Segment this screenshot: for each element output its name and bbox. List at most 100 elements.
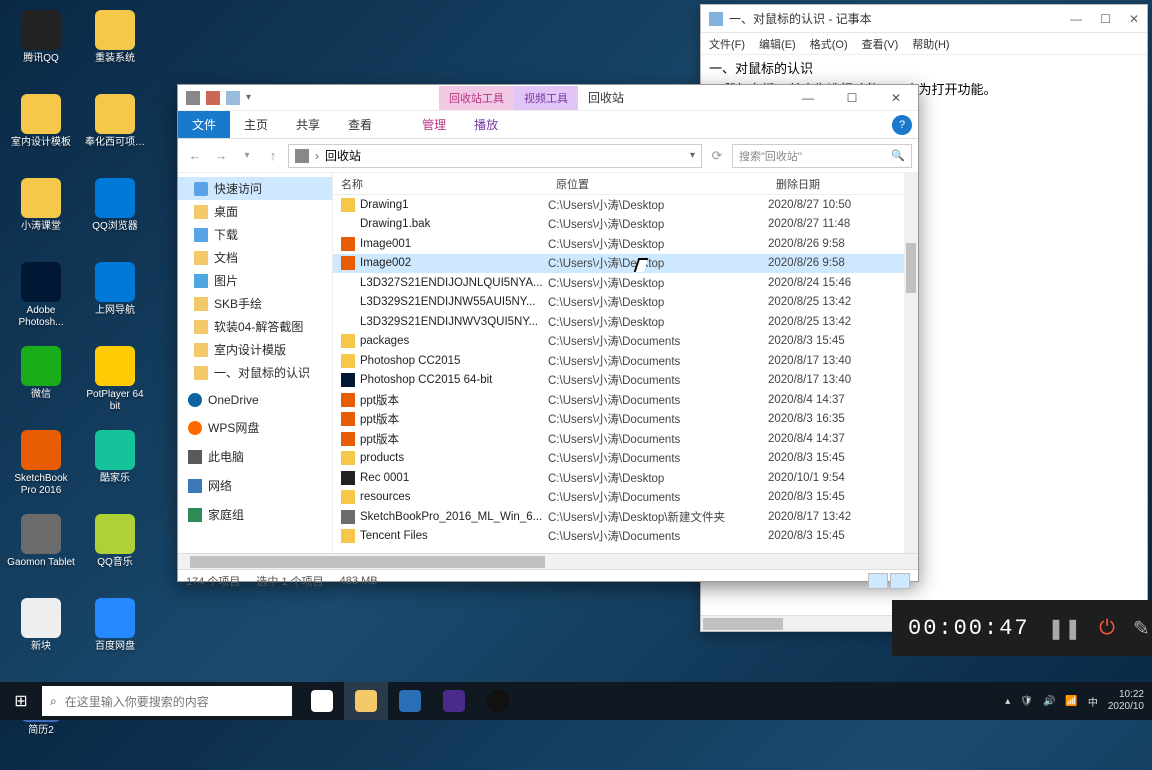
table-row[interactable]: SketchBookPro_2016_ML_Win_6...C:\Users\小… bbox=[333, 507, 918, 527]
ribbon-manage[interactable]: 管理 bbox=[408, 111, 460, 138]
sidebar-item[interactable]: 下载 bbox=[178, 223, 332, 246]
ribbon-view[interactable]: 查看 bbox=[334, 111, 386, 138]
taskbar-app[interactable] bbox=[432, 682, 476, 720]
taskbar-search[interactable]: ⌕ 在这里输入你要搜索的内容 bbox=[42, 686, 292, 716]
taskbar-explorer[interactable] bbox=[344, 682, 388, 720]
view-details-button[interactable] bbox=[868, 573, 888, 589]
col-date[interactable]: 删除日期 bbox=[768, 176, 918, 192]
table-row[interactable]: productsC:\Users\小涛\Documents2020/8/3 15… bbox=[333, 449, 918, 469]
ribbon-play[interactable]: 播放 bbox=[460, 111, 512, 138]
table-row[interactable]: Photoshop CC2015C:\Users\小涛\Documents202… bbox=[333, 351, 918, 371]
tray-clock[interactable]: 10:22 2020/10 bbox=[1108, 689, 1144, 713]
pause-button[interactable]: ❚❚ bbox=[1048, 616, 1082, 641]
maximize-button[interactable]: ☐ bbox=[830, 85, 874, 111]
desktop-icon[interactable]: 微信 bbox=[6, 346, 76, 424]
address-bar[interactable]: › 回收站 ▾ bbox=[288, 144, 702, 168]
desktop-icon[interactable]: 百度网盘 bbox=[80, 598, 150, 676]
desktop-icon[interactable]: 室内设计模板 bbox=[6, 94, 76, 172]
edit-button[interactable]: ✎ bbox=[1133, 616, 1150, 641]
sidebar-item[interactable]: 软装04-解答截图 bbox=[178, 315, 332, 338]
menu-item[interactable]: 文件(F) bbox=[709, 36, 745, 52]
ribbon-file[interactable]: 文件 bbox=[178, 111, 230, 138]
system-tray[interactable]: ▴ 🛡 🔊 📶 中 10:22 2020/10 bbox=[1005, 689, 1152, 713]
sidebar-quick-access[interactable]: 快速访问 bbox=[178, 177, 332, 200]
sidebar-homegroup[interactable]: 家庭组 bbox=[178, 503, 332, 526]
table-row[interactable]: L3D327S21ENDIJOJNLQUI5NYA...C:\Users\小涛\… bbox=[333, 273, 918, 293]
table-row[interactable]: Image002C:\Users\小涛\Desktop2020/8/26 9:5… bbox=[333, 254, 918, 274]
sidebar-item[interactable]: 室内设计模版 bbox=[178, 338, 332, 361]
taskbar-taskview[interactable] bbox=[300, 682, 344, 720]
nav-up-button[interactable]: ↑ bbox=[262, 145, 284, 167]
table-row[interactable]: Rec 0001C:\Users\小涛\Desktop2020/10/1 9:5… bbox=[333, 468, 918, 488]
table-row[interactable]: Drawing1.bakC:\Users\小涛\Desktop2020/8/27… bbox=[333, 215, 918, 235]
table-row[interactable]: Image001C:\Users\小涛\Desktop2020/8/26 9:5… bbox=[333, 234, 918, 254]
tray-icon[interactable]: 🔊 bbox=[1043, 696, 1055, 707]
vertical-scrollbar[interactable] bbox=[904, 173, 918, 553]
desktop-icon[interactable]: 腾讯QQ bbox=[6, 10, 76, 88]
sidebar-item[interactable]: 一、对鼠标的认识 bbox=[178, 361, 332, 384]
table-row[interactable]: Photoshop CC2015 64-bitC:\Users\小涛\Docum… bbox=[333, 371, 918, 391]
close-button[interactable]: ✕ bbox=[874, 85, 918, 111]
view-thumbs-button[interactable] bbox=[890, 573, 910, 589]
menu-item[interactable]: 编辑(E) bbox=[759, 36, 796, 52]
desktop-icon[interactable]: QQ音乐 bbox=[80, 514, 150, 592]
context-tab-recycle[interactable]: 回收站工具 bbox=[439, 86, 514, 110]
search-input[interactable]: 搜索"回收站" 🔍 bbox=[732, 144, 912, 168]
nav-forward-button[interactable]: → bbox=[210, 145, 232, 167]
table-row[interactable]: L3D329S21ENDIJNWV3QUI5NY...C:\Users\小涛\D… bbox=[333, 312, 918, 332]
desktop-icon[interactable]: SketchBook Pro 2016 bbox=[6, 430, 76, 508]
ribbon-share[interactable]: 共享 bbox=[282, 111, 334, 138]
desktop-icon[interactable]: 小涛课堂 bbox=[6, 178, 76, 256]
start-button[interactable]: ⊞ bbox=[0, 682, 42, 720]
sidebar-wps[interactable]: WPS网盘 bbox=[178, 416, 332, 439]
minimize-button[interactable]: — bbox=[786, 85, 830, 111]
maximize-button[interactable]: ☐ bbox=[1100, 12, 1111, 26]
tray-icon[interactable]: 🛡 bbox=[1020, 696, 1033, 707]
notepad-titlebar[interactable]: 一、对鼠标的认识 - 记事本 — ☐ ✕ bbox=[701, 5, 1147, 33]
desktop-icon[interactable]: 新块 bbox=[6, 598, 76, 676]
table-row[interactable]: packagesC:\Users\小涛\Documents2020/8/3 15… bbox=[333, 332, 918, 352]
sidebar-item[interactable]: SKB手绘 bbox=[178, 292, 332, 315]
context-tab-video[interactable]: 视频工具 bbox=[514, 86, 578, 110]
menu-item[interactable]: 查看(V) bbox=[862, 36, 899, 52]
table-row[interactable]: ppt版本C:\Users\小涛\Documents2020/8/4 14:37 bbox=[333, 429, 918, 449]
sidebar-item[interactable]: 桌面 bbox=[178, 200, 332, 223]
desktop-icon[interactable]: 酷家乐 bbox=[80, 430, 150, 508]
table-row[interactable]: L3D329S21ENDIJNW55AUI5NY...C:\Users\小涛\D… bbox=[333, 293, 918, 313]
desktop-icon[interactable]: 奉化西可项… bbox=[80, 94, 150, 172]
sidebar-item[interactable]: 图片 bbox=[178, 269, 332, 292]
tray-ime[interactable]: 中 bbox=[1088, 694, 1098, 709]
nav-recent-button[interactable]: ▾ bbox=[236, 145, 258, 167]
ribbon-home[interactable]: 主页 bbox=[230, 111, 282, 138]
nav-back-button[interactable]: ← bbox=[184, 145, 206, 167]
qat-item[interactable] bbox=[206, 91, 220, 105]
sidebar-item[interactable]: 文档 bbox=[178, 246, 332, 269]
sidebar-network[interactable]: 网络 bbox=[178, 474, 332, 497]
menu-item[interactable]: 帮助(H) bbox=[912, 36, 949, 52]
tray-icon[interactable]: ▴ bbox=[1005, 696, 1010, 707]
col-name[interactable]: 名称 bbox=[333, 176, 548, 192]
qat-item[interactable] bbox=[226, 91, 240, 105]
stop-button[interactable]: ⏻ bbox=[1099, 617, 1115, 640]
close-button[interactable]: ✕ bbox=[1129, 12, 1139, 26]
refresh-button[interactable]: ⟳ bbox=[706, 145, 728, 167]
taskbar-app[interactable] bbox=[476, 682, 520, 720]
desktop-icon[interactable]: Gaomon Tablet bbox=[6, 514, 76, 592]
table-row[interactable]: Drawing1C:\Users\小涛\Desktop2020/8/27 10:… bbox=[333, 195, 918, 215]
menu-item[interactable]: 格式(O) bbox=[810, 36, 848, 52]
desktop-icon[interactable]: 上网导航 bbox=[80, 262, 150, 340]
help-icon[interactable]: ? bbox=[892, 115, 912, 135]
horizontal-scrollbar[interactable] bbox=[178, 553, 918, 569]
tray-icon[interactable]: 📶 bbox=[1065, 696, 1077, 707]
taskbar-app[interactable] bbox=[388, 682, 432, 720]
desktop-icon[interactable]: PotPlayer 64 bit bbox=[80, 346, 150, 424]
column-headers[interactable]: 名称 原位置 删除日期 bbox=[333, 173, 918, 195]
table-row[interactable]: ppt版本C:\Users\小涛\Documents2020/8/3 16:35 bbox=[333, 410, 918, 430]
desktop-icon[interactable]: Adobe Photosh... bbox=[6, 262, 76, 340]
sidebar-this-pc[interactable]: 此电脑 bbox=[178, 445, 332, 468]
explorer-titlebar[interactable]: ▾ 回收站工具 视频工具 回收站 — ☐ ✕ bbox=[178, 85, 918, 111]
desktop-icon[interactable]: 重装系统 bbox=[80, 10, 150, 88]
sidebar-onedrive[interactable]: OneDrive bbox=[178, 390, 332, 410]
table-row[interactable]: resourcesC:\Users\小涛\Documents2020/8/3 1… bbox=[333, 488, 918, 508]
table-row[interactable]: Tencent FilesC:\Users\小涛\Documents2020/8… bbox=[333, 527, 918, 547]
